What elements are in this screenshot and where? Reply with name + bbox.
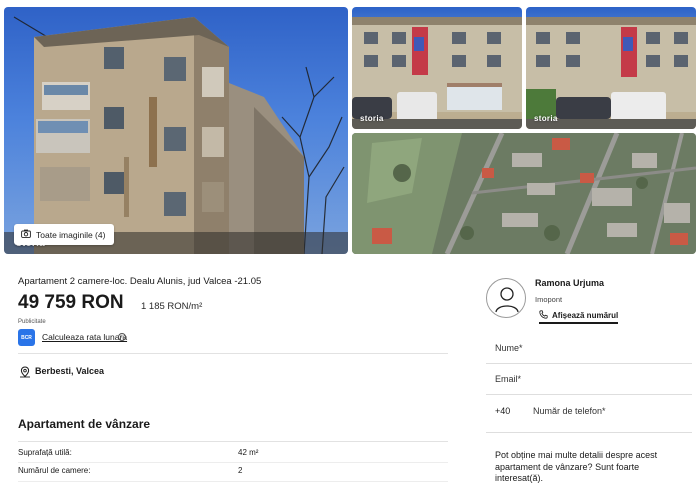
storia-watermark: storia xyxy=(534,114,558,123)
spec-row-usable-area: Suprafață utilă: 42 m² xyxy=(18,444,448,462)
field-underline xyxy=(486,394,692,395)
field-underline xyxy=(486,363,692,364)
satellite-map-photo[interactable] xyxy=(352,133,696,254)
location-pin-icon xyxy=(19,365,31,383)
advertisement-label: Publicitate xyxy=(18,319,46,325)
listing-location: Berbesti, Valcea xyxy=(35,366,105,376)
divider xyxy=(18,441,448,442)
camera-icon xyxy=(21,229,31,240)
phone-icon xyxy=(539,309,548,321)
info-icon[interactable]: i xyxy=(118,333,126,341)
price-per-square-meter: 1 185 RON/m² xyxy=(141,301,203,312)
show-phone-number-button[interactable]: Afișează numărul xyxy=(539,309,619,324)
spec-row-room-count: Numărul de camere: 2 xyxy=(18,462,448,480)
user-icon xyxy=(495,287,519,313)
field-underline xyxy=(486,432,692,433)
divider xyxy=(18,481,448,482)
building-front-illustration xyxy=(526,17,696,129)
spec-value: 42 m² xyxy=(238,448,259,457)
building-front-illustration xyxy=(352,17,522,129)
section-title: Apartament de vânzare xyxy=(18,417,151,431)
spec-value: 2 xyxy=(238,466,243,475)
divider xyxy=(18,353,448,354)
building-photo-illustration xyxy=(4,16,348,254)
phone-prefix-selector[interactable]: +40 xyxy=(495,406,510,416)
name-field[interactable]: Nume* xyxy=(495,343,523,353)
phone-field[interactable]: Număr de telefon* xyxy=(533,406,606,416)
main-listing-photo[interactable]: storia xyxy=(4,7,348,254)
all-images-label: Toate imaginile (4) xyxy=(36,229,106,240)
agent-name: Ramona Urjuma xyxy=(535,278,605,288)
satellite-map-illustration xyxy=(352,133,696,254)
listing-price: 49 759 RON xyxy=(18,292,124,313)
calculate-monthly-rate-link[interactable]: Calculeaza rata lunara xyxy=(42,332,127,342)
listing-title: Apartament 2 camere-loc. Dealu Alunis, j… xyxy=(18,276,262,287)
all-images-button[interactable]: Toate imaginile (4) xyxy=(14,224,115,245)
bank-logo: BCR xyxy=(18,329,35,346)
agent-company: Imopont xyxy=(535,295,563,304)
avatar xyxy=(486,278,526,318)
contact-panel: Ramona Urjuma Imopont Afișează numărul N… xyxy=(480,268,692,485)
spec-label: Suprafață utilă: xyxy=(18,448,72,457)
gallery-thumbnail-2[interactable]: storia xyxy=(526,7,696,129)
message-textarea[interactable]: Pot obține mai multe detalii despre aces… xyxy=(495,450,685,485)
storia-watermark: storia xyxy=(360,114,384,123)
email-field[interactable]: Email* xyxy=(495,374,521,384)
show-number-label: Afișează numărul xyxy=(552,310,619,320)
spec-label: Numărul de camere: xyxy=(18,466,91,475)
gallery-thumbnail-1[interactable]: storia xyxy=(352,7,522,129)
